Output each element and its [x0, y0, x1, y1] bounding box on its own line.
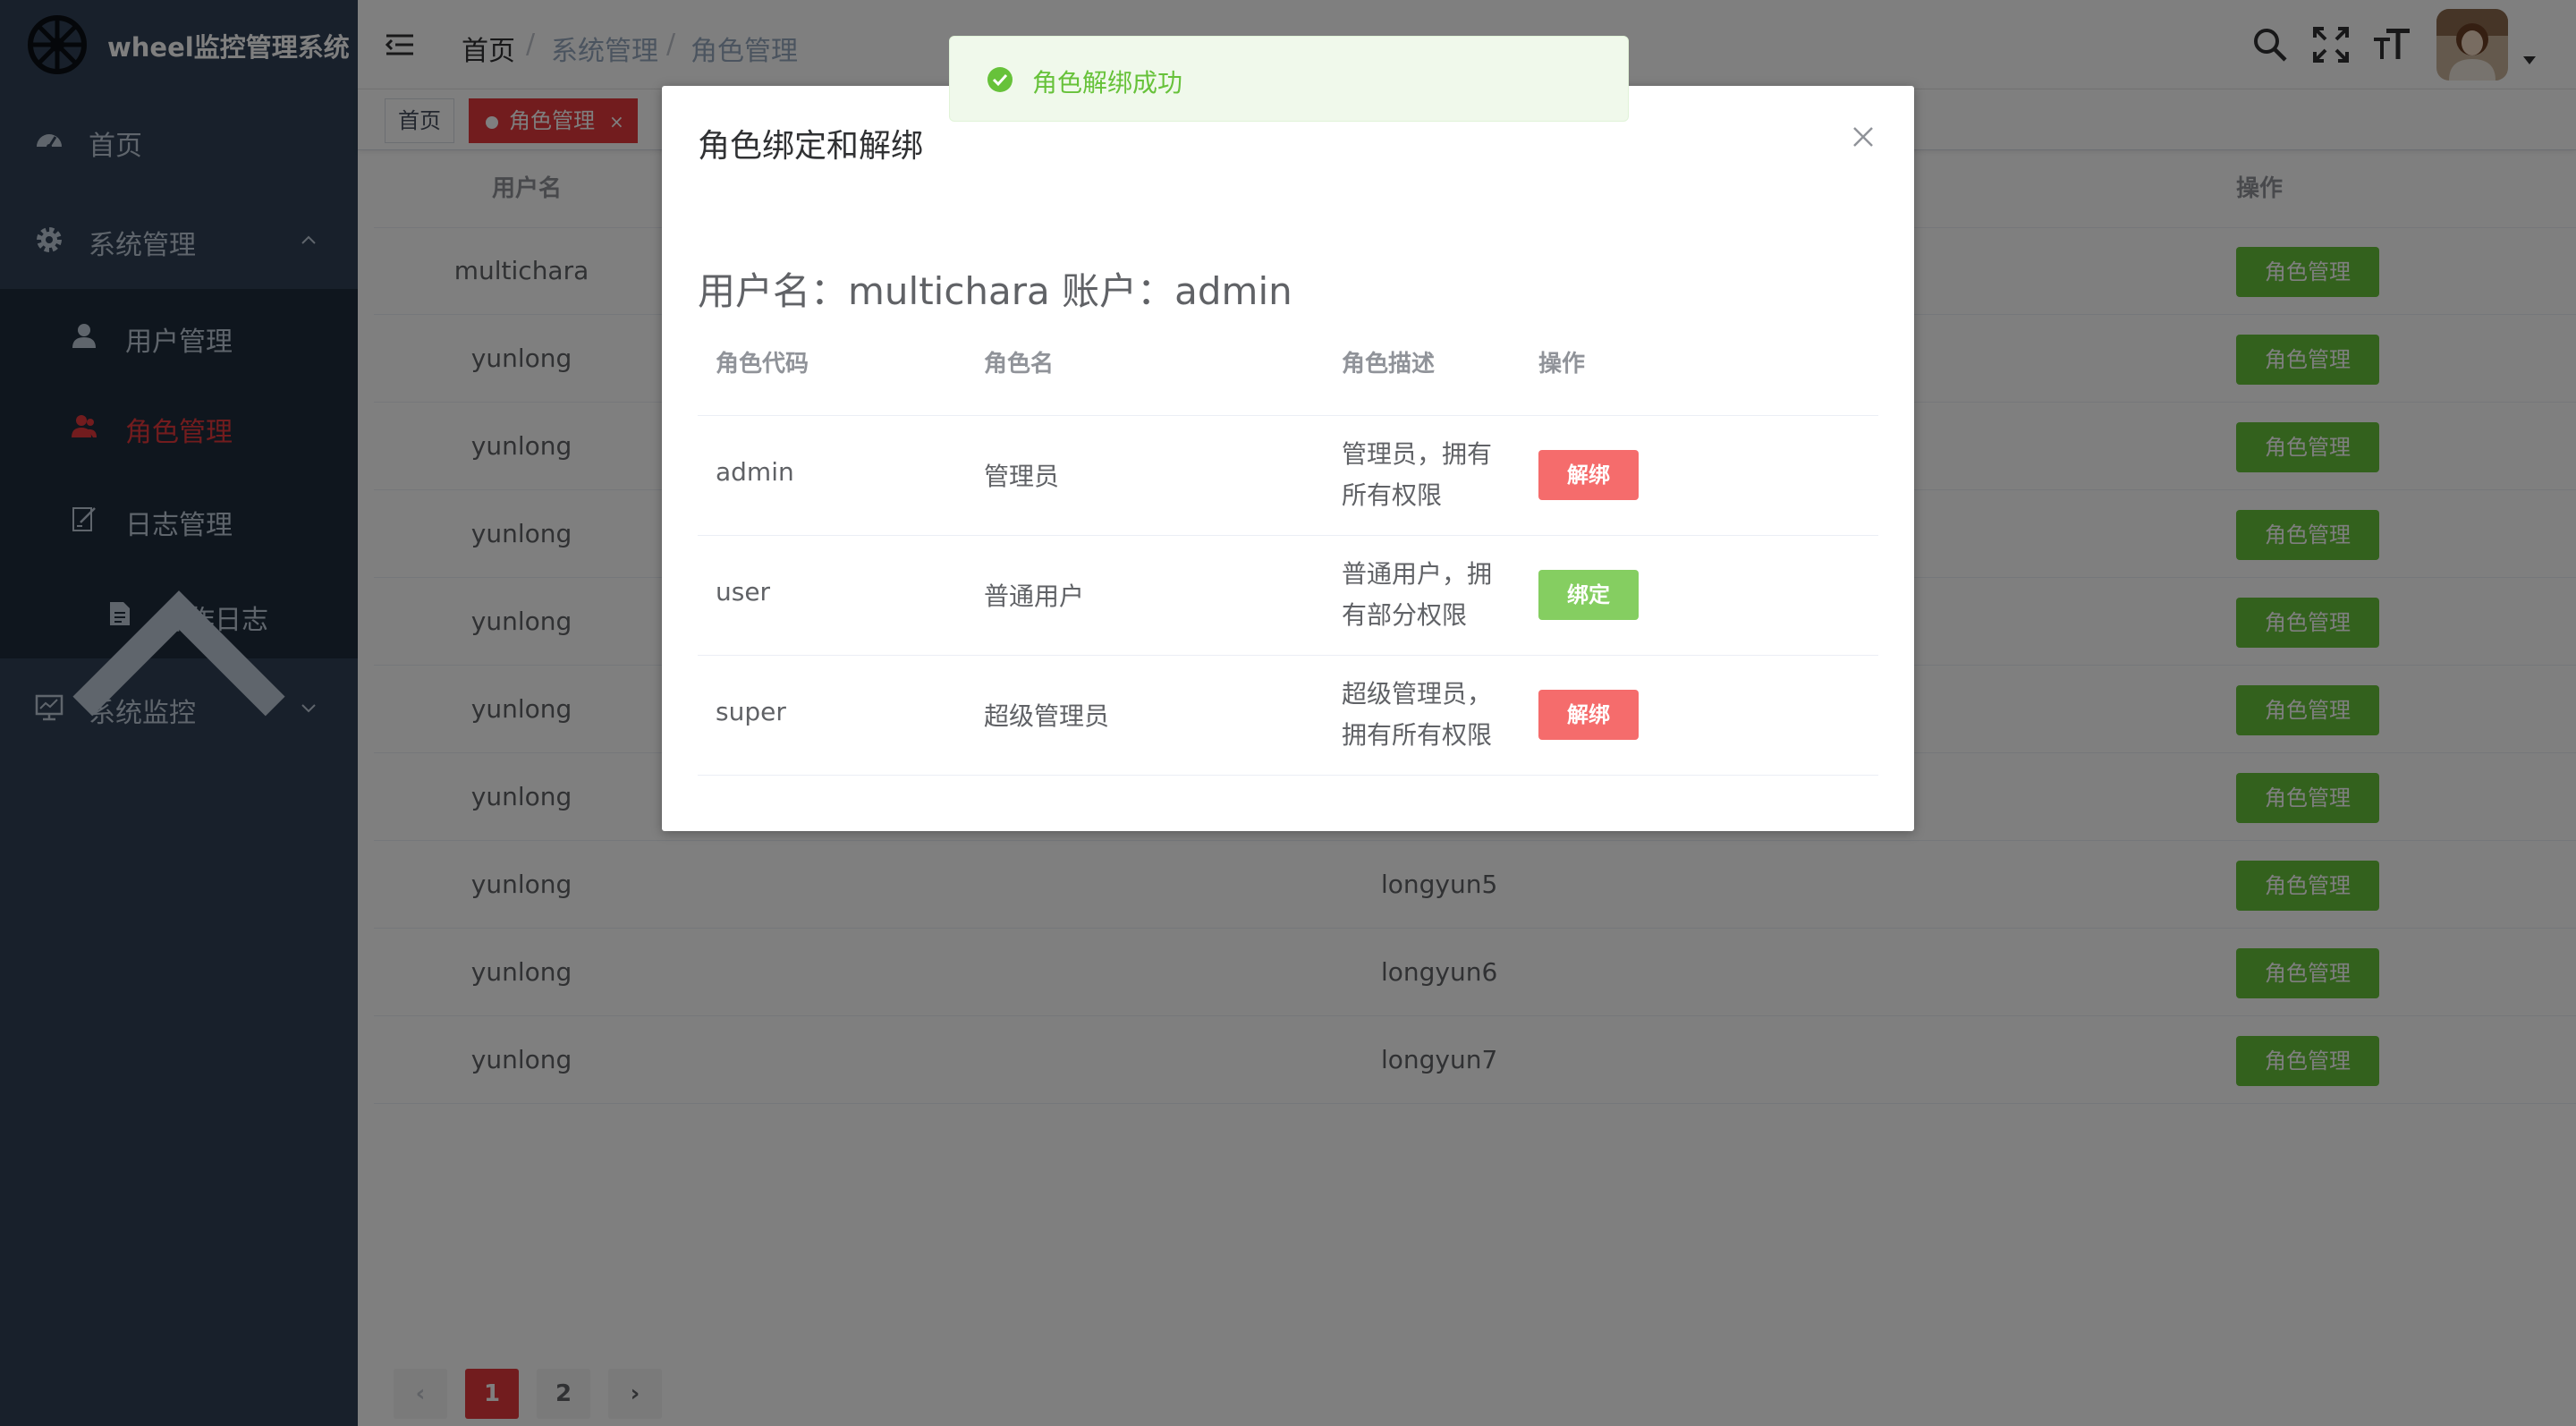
role-code: super — [716, 697, 786, 726]
role-description: 普通用户，拥有部分权限 — [1342, 559, 1493, 630]
dialog-title: 角色绑定和解绑 — [698, 128, 924, 165]
success-check-icon — [987, 67, 1013, 92]
role-row: user 普通用户 普通用户，拥有部分权限 绑定 — [698, 536, 1878, 656]
role-description: 超级管理员，拥有所有权限 — [1342, 679, 1493, 750]
unbind-button[interactable]: 解绑 — [1538, 450, 1639, 500]
role-code: user — [716, 577, 771, 607]
column-header: 角色代码 — [716, 351, 809, 378]
message-text: 角色解绑成功 — [1032, 68, 1183, 98]
role-name: 普通用户 — [984, 581, 1085, 611]
success-message: 角色解绑成功 — [949, 36, 1629, 122]
dialog-user-info: 用户名：multichara 账户：admin — [698, 269, 1292, 313]
role-description: 管理员，拥有所有权限 — [1342, 439, 1493, 510]
column-header: 角色名 — [984, 351, 1055, 378]
role-name: 超级管理员 — [984, 701, 1110, 731]
column-header: 角色描述 — [1342, 351, 1436, 378]
role-row: super 超级管理员 超级管理员，拥有所有权限 解绑 — [698, 656, 1878, 776]
close-icon[interactable] — [1850, 123, 1877, 150]
role-row: admin 管理员 管理员，拥有所有权限 解绑 — [698, 416, 1878, 536]
bind-button[interactable]: 绑定 — [1538, 570, 1639, 620]
role-name: 管理员 — [984, 462, 1060, 491]
role-code: admin — [716, 457, 794, 487]
unbind-button[interactable]: 解绑 — [1538, 690, 1639, 740]
column-header: 操作 — [1538, 351, 1586, 378]
role-dialog: 角色绑定和解绑 用户名：multichara 账户：admin 角色代码 角色名… — [662, 86, 1914, 831]
